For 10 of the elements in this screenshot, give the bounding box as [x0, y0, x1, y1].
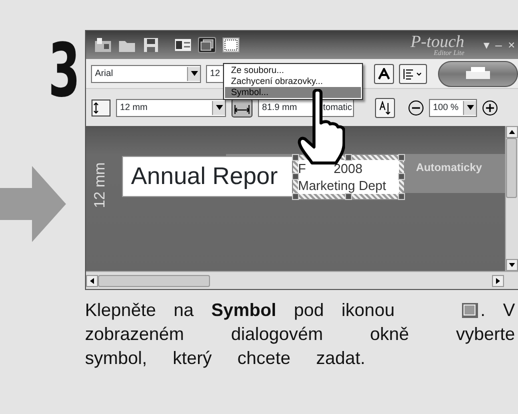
object-text: F	[298, 161, 306, 176]
instruction-text: Klepněte na Symbol pod ikonou	[85, 299, 395, 322]
object-text: Marketing Dept	[298, 178, 386, 193]
instruction-text: zobrazeném dialogovém okně vyberte symbol, který chcete zadat.	[85, 323, 515, 370]
length-label: Automaticky	[416, 161, 482, 176]
app-logo: P-touch	[410, 33, 464, 50]
object-text: 2008	[334, 161, 362, 176]
step-number: 3	[47, 34, 79, 108]
instruction-text: . V	[480, 299, 515, 322]
tape-width-label: 12 mm	[90, 162, 110, 208]
